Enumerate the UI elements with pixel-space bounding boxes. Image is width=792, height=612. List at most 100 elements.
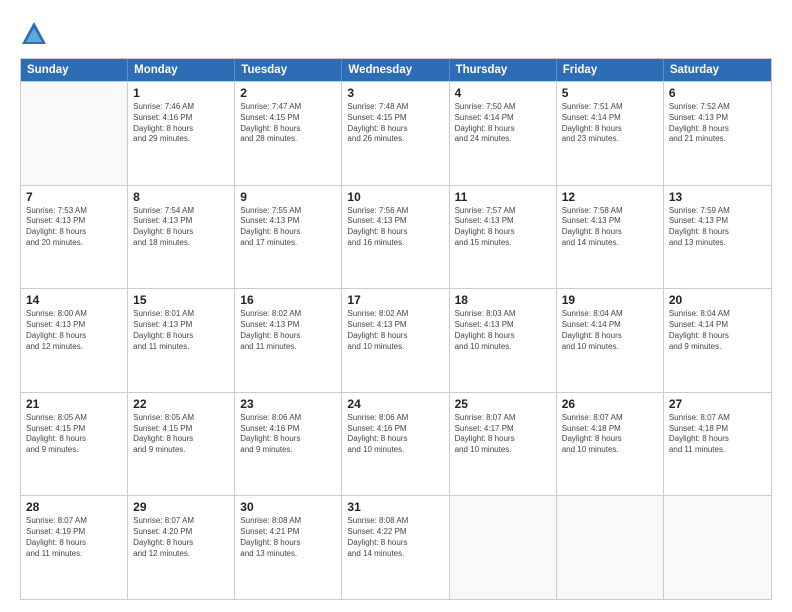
cal-cell: 7Sunrise: 7:53 AMSunset: 4:13 PMDaylight…: [21, 186, 128, 289]
cell-line: Daylight: 8 hours: [26, 227, 122, 238]
day-number: 21: [26, 397, 122, 411]
cal-cell: [450, 496, 557, 599]
cell-line: Sunset: 4:15 PM: [133, 424, 229, 435]
cell-line: Sunrise: 7:59 AM: [669, 206, 766, 217]
cell-line: and 9 minutes.: [240, 445, 336, 456]
cell-line: Daylight: 8 hours: [347, 538, 443, 549]
cell-line: and 18 minutes.: [133, 238, 229, 249]
cell-line: Sunrise: 8:01 AM: [133, 309, 229, 320]
cal-cell: 20Sunrise: 8:04 AMSunset: 4:14 PMDayligh…: [664, 289, 771, 392]
cell-line: Sunrise: 8:07 AM: [133, 516, 229, 527]
cal-header-cell: Sunday: [21, 59, 128, 81]
cell-line: and 9 minutes.: [26, 445, 122, 456]
cell-line: Sunset: 4:13 PM: [455, 320, 551, 331]
cal-cell: 4Sunrise: 7:50 AMSunset: 4:14 PMDaylight…: [450, 82, 557, 185]
cell-line: Sunset: 4:13 PM: [669, 216, 766, 227]
cell-line: Daylight: 8 hours: [455, 227, 551, 238]
cal-row: 28Sunrise: 8:07 AMSunset: 4:19 PMDayligh…: [21, 495, 771, 599]
cell-line: Daylight: 8 hours: [26, 538, 122, 549]
calendar-header-row: SundayMondayTuesdayWednesdayThursdayFrid…: [21, 59, 771, 81]
cell-line: Sunset: 4:19 PM: [26, 527, 122, 538]
day-number: 2: [240, 86, 336, 100]
cal-cell: 17Sunrise: 8:02 AMSunset: 4:13 PMDayligh…: [342, 289, 449, 392]
cal-header-cell: Friday: [557, 59, 664, 81]
day-number: 28: [26, 500, 122, 514]
cell-line: and 23 minutes.: [562, 134, 658, 145]
cell-line: and 11 minutes.: [26, 549, 122, 560]
cell-line: and 10 minutes.: [347, 445, 443, 456]
cell-line: Daylight: 8 hours: [562, 331, 658, 342]
cell-line: Sunrise: 8:06 AM: [347, 413, 443, 424]
cell-line: Sunset: 4:13 PM: [562, 216, 658, 227]
cell-line: Sunrise: 7:55 AM: [240, 206, 336, 217]
cell-line: Daylight: 8 hours: [347, 124, 443, 135]
day-number: 26: [562, 397, 658, 411]
cal-cell: 30Sunrise: 8:08 AMSunset: 4:21 PMDayligh…: [235, 496, 342, 599]
cell-line: Sunset: 4:15 PM: [26, 424, 122, 435]
cal-cell: 23Sunrise: 8:06 AMSunset: 4:16 PMDayligh…: [235, 393, 342, 496]
day-number: 10: [347, 190, 443, 204]
cell-line: and 10 minutes.: [455, 342, 551, 353]
cell-line: Daylight: 8 hours: [26, 331, 122, 342]
cell-line: and 14 minutes.: [347, 549, 443, 560]
cal-cell: 25Sunrise: 8:07 AMSunset: 4:17 PMDayligh…: [450, 393, 557, 496]
cell-line: Sunrise: 8:07 AM: [562, 413, 658, 424]
cell-line: Sunrise: 8:05 AM: [133, 413, 229, 424]
cell-line: Sunset: 4:14 PM: [562, 113, 658, 124]
cell-line: Sunset: 4:14 PM: [455, 113, 551, 124]
cal-cell: 2Sunrise: 7:47 AMSunset: 4:15 PMDaylight…: [235, 82, 342, 185]
cell-line: and 9 minutes.: [133, 445, 229, 456]
cal-cell: 22Sunrise: 8:05 AMSunset: 4:15 PMDayligh…: [128, 393, 235, 496]
cell-line: Daylight: 8 hours: [562, 124, 658, 135]
cell-line: and 28 minutes.: [240, 134, 336, 145]
cal-cell: [21, 82, 128, 185]
cell-line: Daylight: 8 hours: [240, 434, 336, 445]
cal-cell: 24Sunrise: 8:06 AMSunset: 4:16 PMDayligh…: [342, 393, 449, 496]
cell-line: and 11 minutes.: [240, 342, 336, 353]
cell-line: Daylight: 8 hours: [240, 331, 336, 342]
cell-line: Daylight: 8 hours: [669, 227, 766, 238]
cell-line: and 13 minutes.: [240, 549, 336, 560]
cell-line: and 10 minutes.: [347, 342, 443, 353]
day-number: 7: [26, 190, 122, 204]
day-number: 15: [133, 293, 229, 307]
cell-line: Sunrise: 8:08 AM: [347, 516, 443, 527]
cell-line: Sunrise: 7:50 AM: [455, 102, 551, 113]
cell-line: Sunrise: 8:02 AM: [240, 309, 336, 320]
cell-line: and 11 minutes.: [669, 445, 766, 456]
cell-line: Sunrise: 8:04 AM: [562, 309, 658, 320]
cell-line: Sunrise: 7:48 AM: [347, 102, 443, 113]
cell-line: Sunset: 4:20 PM: [133, 527, 229, 538]
cal-cell: 5Sunrise: 7:51 AMSunset: 4:14 PMDaylight…: [557, 82, 664, 185]
header: [20, 16, 772, 48]
cell-line: Sunrise: 7:47 AM: [240, 102, 336, 113]
cell-line: Daylight: 8 hours: [669, 434, 766, 445]
cell-line: and 17 minutes.: [240, 238, 336, 249]
cal-cell: 31Sunrise: 8:08 AMSunset: 4:22 PMDayligh…: [342, 496, 449, 599]
day-number: 17: [347, 293, 443, 307]
cell-line: Sunset: 4:17 PM: [455, 424, 551, 435]
cal-cell: 28Sunrise: 8:07 AMSunset: 4:19 PMDayligh…: [21, 496, 128, 599]
cell-line: Sunset: 4:18 PM: [669, 424, 766, 435]
day-number: 8: [133, 190, 229, 204]
cell-line: Sunrise: 8:00 AM: [26, 309, 122, 320]
cell-line: Daylight: 8 hours: [133, 434, 229, 445]
cell-line: and 21 minutes.: [669, 134, 766, 145]
cell-line: and 12 minutes.: [133, 549, 229, 560]
day-number: 25: [455, 397, 551, 411]
cell-line: Daylight: 8 hours: [240, 124, 336, 135]
cell-line: Sunrise: 7:54 AM: [133, 206, 229, 217]
cell-line: and 15 minutes.: [455, 238, 551, 249]
cell-line: Daylight: 8 hours: [455, 331, 551, 342]
cell-line: Sunset: 4:13 PM: [669, 113, 766, 124]
cell-line: Sunset: 4:13 PM: [240, 216, 336, 227]
day-number: 31: [347, 500, 443, 514]
cal-header-cell: Saturday: [664, 59, 771, 81]
cell-line: Sunrise: 8:05 AM: [26, 413, 122, 424]
cell-line: Sunrise: 7:51 AM: [562, 102, 658, 113]
cal-cell: 16Sunrise: 8:02 AMSunset: 4:13 PMDayligh…: [235, 289, 342, 392]
cal-cell: 18Sunrise: 8:03 AMSunset: 4:13 PMDayligh…: [450, 289, 557, 392]
calendar: SundayMondayTuesdayWednesdayThursdayFrid…: [20, 58, 772, 600]
cell-line: Sunset: 4:13 PM: [26, 320, 122, 331]
cal-header-cell: Tuesday: [235, 59, 342, 81]
